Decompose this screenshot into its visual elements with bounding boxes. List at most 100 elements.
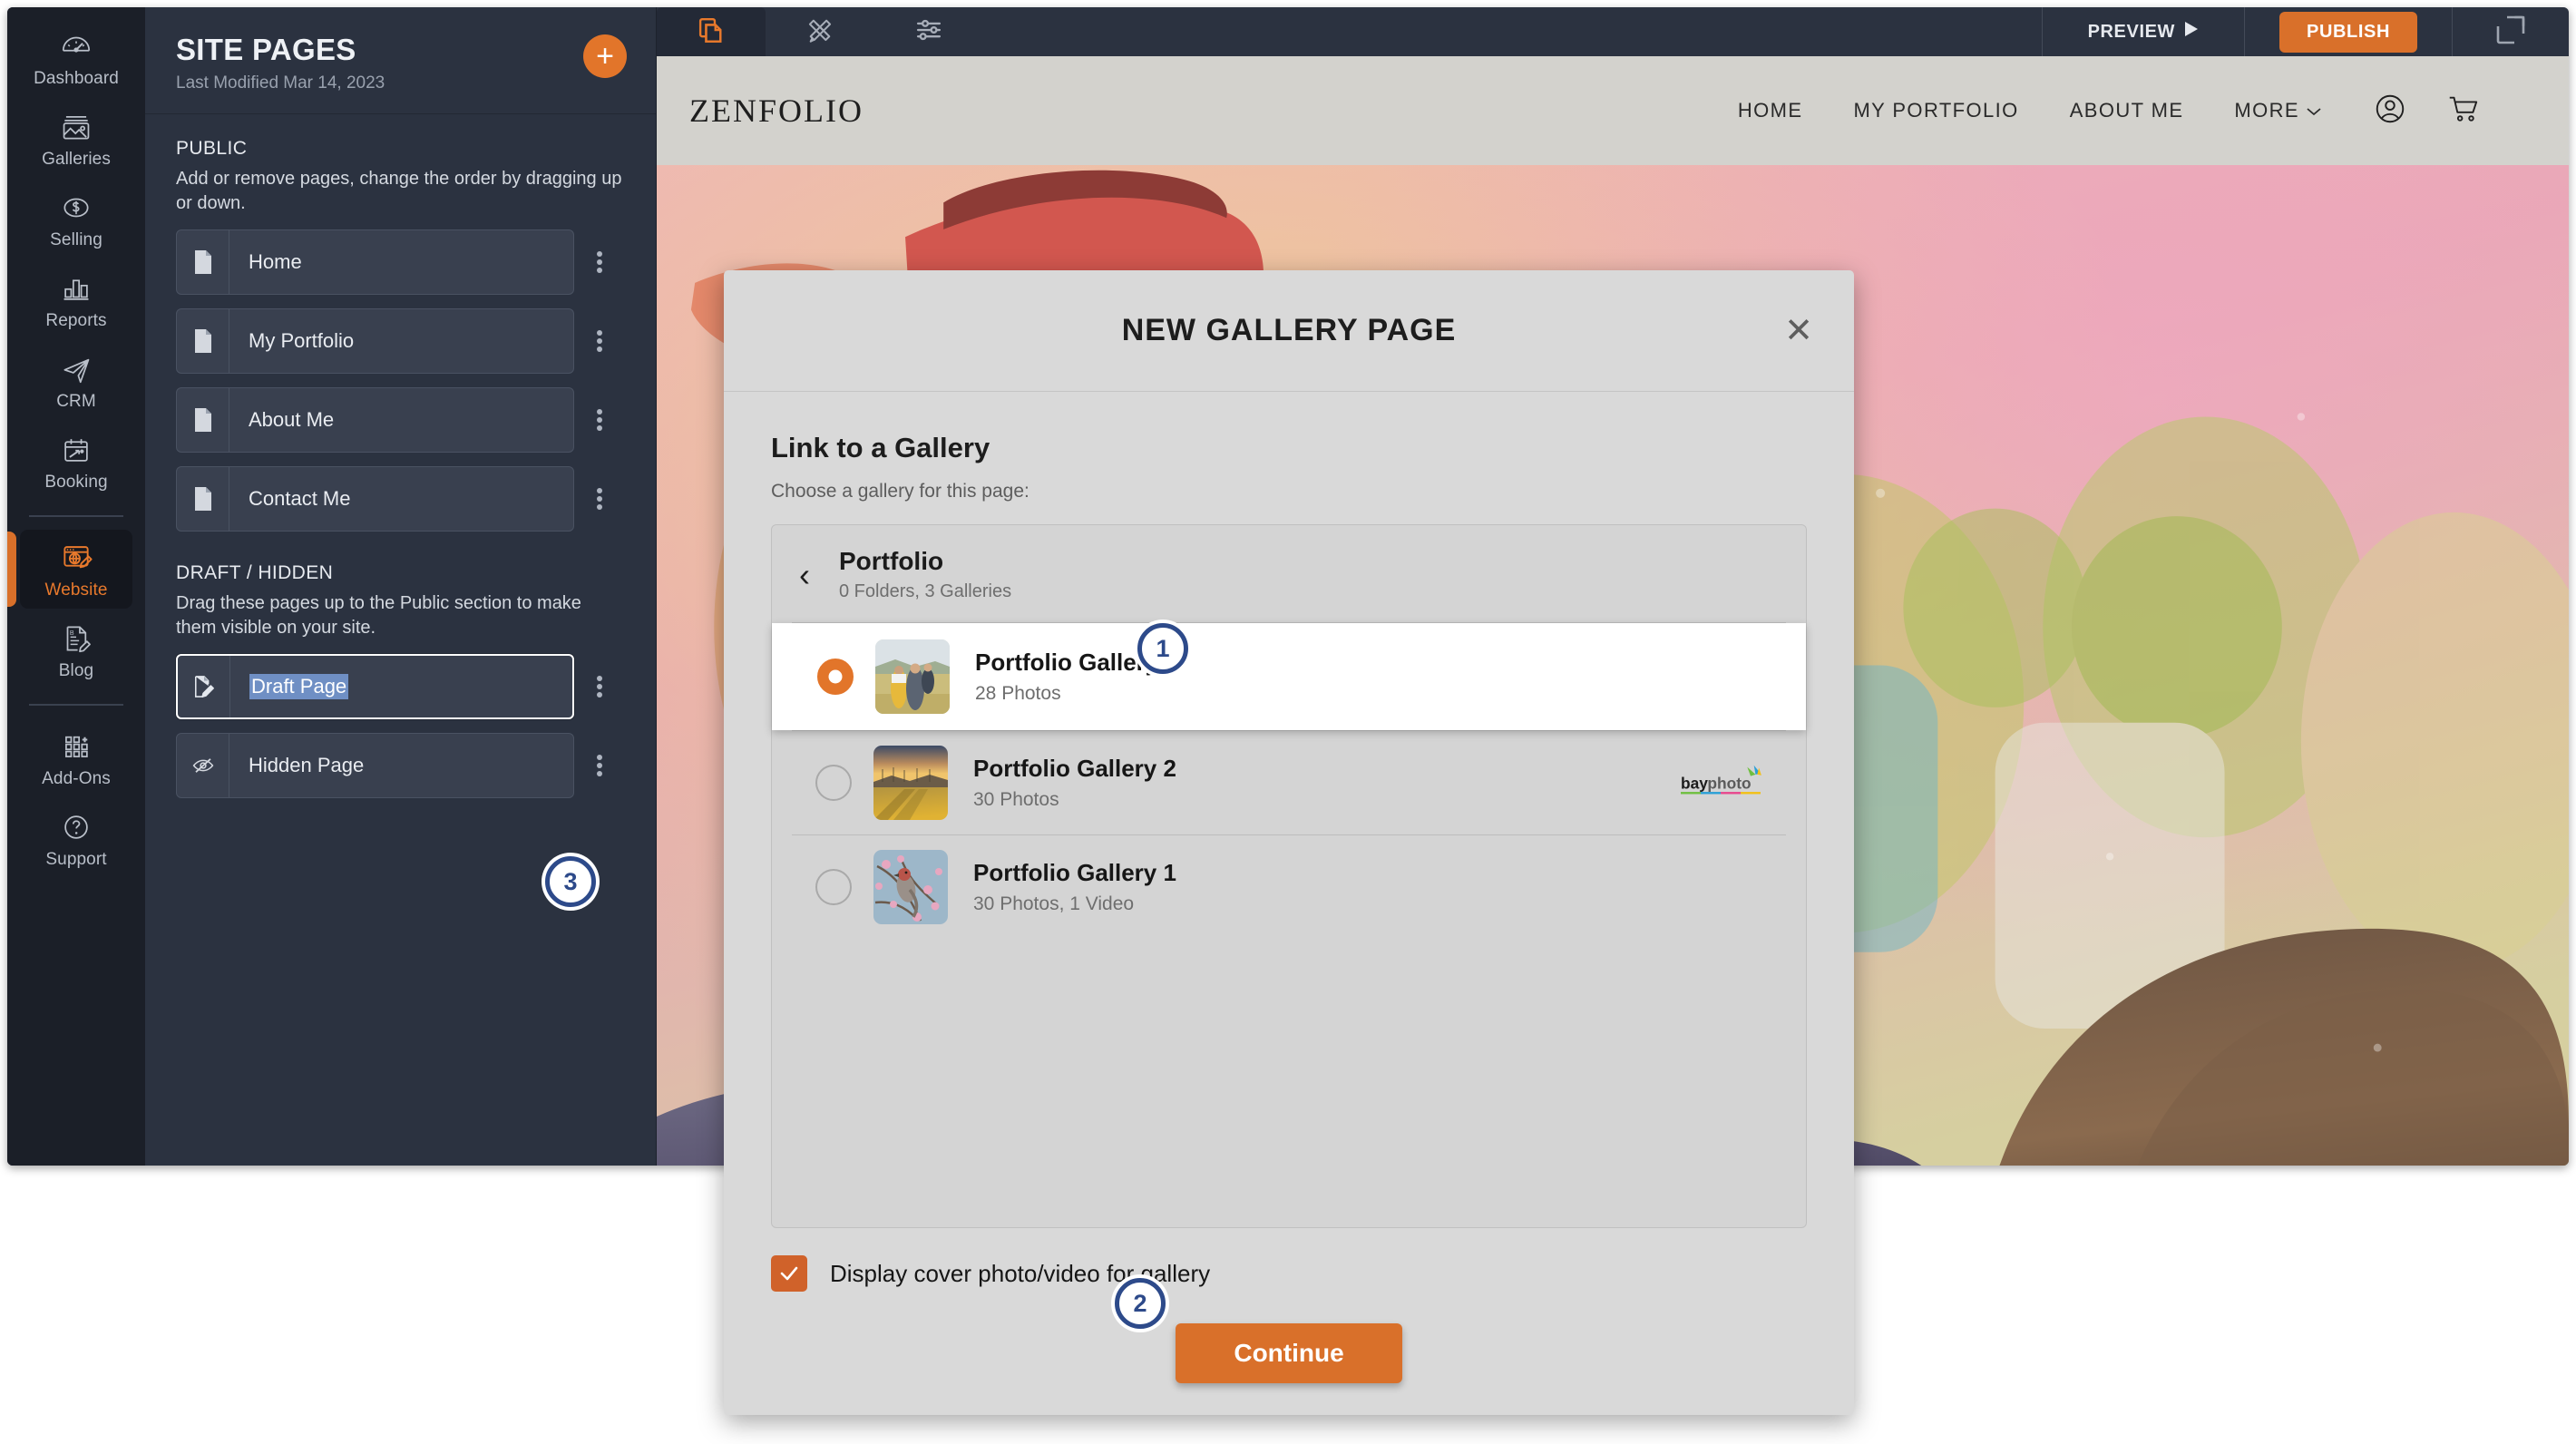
- gallery-info: Portfolio Gallery 1 30 Photos, 1 Video: [973, 859, 1176, 915]
- radio-button[interactable]: [817, 659, 854, 695]
- sidebar-item-add-ons[interactable]: Add-Ons: [20, 718, 132, 797]
- rail-divider: [29, 515, 123, 517]
- website-edit-icon: [55, 540, 97, 576]
- sidebar-item-dashboard[interactable]: Dashboard: [20, 18, 132, 97]
- sidebar-item-label: Dashboard: [34, 69, 119, 88]
- radio-button[interactable]: [815, 765, 852, 801]
- sidebar-item-selling[interactable]: Selling: [20, 180, 132, 259]
- close-icon[interactable]: ✕: [1778, 310, 1820, 352]
- gallery-row-selected[interactable]: Portfolio Gallery 3 28 Photos: [772, 623, 1806, 730]
- page-card-about-me[interactable]: About Me: [176, 387, 574, 453]
- grid-plus-icon: [55, 728, 97, 765]
- svg-text:bay: bay: [1681, 774, 1708, 792]
- sidebar-item-label: Add-Ons: [42, 769, 111, 788]
- gallery-row[interactable]: Portfolio Gallery 1 30 Photos, 1 Video: [792, 834, 1786, 939]
- account-icon[interactable]: [2373, 92, 2407, 131]
- continue-button[interactable]: Continue: [1176, 1323, 1402, 1383]
- sidebar-item-blog[interactable]: B Blog: [20, 610, 132, 689]
- svg-text:photo: photo: [1707, 774, 1751, 792]
- preview-button[interactable]: PREVIEW: [2041, 7, 2246, 56]
- list-item[interactable]: Draft Page: [176, 654, 625, 719]
- page-options-menu[interactable]: [574, 733, 625, 798]
- gallery-meta: 30 Photos, 1 Video: [973, 893, 1135, 914]
- blog-pencil-icon: B: [55, 620, 97, 657]
- list-item[interactable]: Home: [176, 229, 625, 295]
- calendar-icon: [55, 432, 97, 468]
- page-options-menu[interactable]: [574, 654, 625, 719]
- photo-icon: [55, 109, 97, 145]
- sidebar-item-support[interactable]: Support: [20, 799, 132, 878]
- gauge-icon: [55, 28, 97, 64]
- page-card-hidden-page[interactable]: Hidden Page: [176, 733, 574, 798]
- publish-button[interactable]: PUBLISH: [2279, 11, 2417, 53]
- list-item[interactable]: Hidden Page: [176, 733, 625, 798]
- modal-body: Link to a Gallery Choose a gallery for t…: [724, 392, 1854, 1228]
- link-gallery-subtext: Choose a gallery for this page:: [771, 481, 1029, 502]
- page-card-my-portfolio[interactable]: My Portfolio: [176, 308, 574, 374]
- chevron-down-icon: [2306, 99, 2322, 122]
- page-name-editable[interactable]: Draft Page: [230, 656, 349, 717]
- page-options-menu[interactable]: [574, 229, 625, 295]
- gallery-row[interactable]: Portfolio Gallery 2 30 Photos bay photo: [792, 730, 1786, 834]
- nav-link-my-portfolio[interactable]: MY PORTFOLIO: [1853, 99, 2018, 122]
- sidebar-item-galleries[interactable]: Galleries: [20, 99, 132, 178]
- modal-footer: Continue: [724, 1292, 1854, 1415]
- tab-pages[interactable]: [657, 7, 766, 56]
- sidebar-item-website[interactable]: Website: [7, 530, 132, 609]
- page-options-menu[interactable]: [574, 308, 625, 374]
- sidebar-item-booking[interactable]: Booking: [20, 422, 132, 501]
- paper-plane-icon: [55, 351, 97, 387]
- public-section-heading: PUBLIC: [176, 138, 248, 159]
- nav-link-about-me[interactable]: ABOUT ME: [2070, 99, 2184, 122]
- gallery-info: Portfolio Gallery 2 30 Photos: [973, 755, 1176, 811]
- site-navigation: HOME MY PORTFOLIO ABOUT ME MORE: [1738, 92, 2569, 131]
- add-page-button[interactable]: +: [583, 34, 627, 78]
- step-badge-2: 2: [1115, 1278, 1166, 1329]
- draft-hidden-section: DRAFT / HIDDEN Drag these pages up to th…: [176, 562, 625, 798]
- list-item[interactable]: About Me: [176, 387, 625, 453]
- expand-button[interactable]: [2453, 7, 2569, 56]
- page-options-menu[interactable]: [574, 466, 625, 532]
- gallery-thumbnail: [875, 639, 950, 714]
- page-card-home[interactable]: Home: [176, 229, 574, 295]
- tab-settings[interactable]: [874, 7, 983, 56]
- chevron-left-icon[interactable]: ‹: [799, 558, 839, 591]
- sidebar-item-reports[interactable]: Reports: [20, 260, 132, 339]
- breadcrumb-folder-name: Portfolio: [839, 547, 944, 575]
- page-name: Contact Me: [249, 487, 351, 510]
- display-cover-checkbox[interactable]: [771, 1255, 807, 1292]
- site-header-icons: [2373, 92, 2518, 131]
- play-triangle-icon: [2184, 21, 2199, 43]
- page-options-menu[interactable]: [574, 387, 625, 453]
- last-modified-text: Last Modified Mar 14, 2023: [176, 73, 385, 93]
- list-item[interactable]: My Portfolio: [176, 308, 625, 374]
- site-header: ZENFOLIO HOME MY PORTFOLIO ABOUT ME MORE: [657, 56, 2569, 165]
- draft-section-description: Drag these pages up to the Public sectio…: [176, 593, 581, 638]
- tab-design[interactable]: [766, 7, 874, 56]
- page-name: About Me: [249, 408, 335, 431]
- list-item[interactable]: Contact Me: [176, 466, 625, 532]
- draft-page-name-input[interactable]: Draft Page: [176, 654, 574, 719]
- breadcrumb-folder-meta: 0 Folders, 3 Galleries: [839, 581, 1012, 601]
- site-brand: ZENFOLIO: [689, 93, 864, 129]
- page-icon: [177, 230, 229, 294]
- sidebar-item-crm[interactable]: CRM: [20, 341, 132, 420]
- page-name: Home: [249, 250, 302, 273]
- page-icon: [177, 309, 229, 373]
- cart-icon[interactable]: [2445, 92, 2480, 131]
- radio-button[interactable]: [815, 869, 852, 905]
- nav-link-more[interactable]: MORE: [2234, 99, 2322, 122]
- nav-link-home[interactable]: HOME: [1738, 99, 1803, 122]
- sidebar-item-label: Reports: [45, 311, 107, 330]
- bird-blossom-thumb: [873, 850, 948, 924]
- dollar-icon: [55, 190, 97, 226]
- site-pages-panel: SITE PAGES Last Modified Mar 14, 2023 + …: [145, 7, 657, 1166]
- sidebar-item-label: Galleries: [42, 150, 111, 169]
- site-pages-header: SITE PAGES Last Modified Mar 14, 2023 +: [145, 7, 656, 114]
- new-gallery-page-modal: NEW GALLERY PAGE ✕ Link to a Gallery Cho…: [724, 270, 1854, 1415]
- display-cover-row[interactable]: Display cover photo/video for gallery: [724, 1228, 1854, 1292]
- svg-text:B: B: [70, 629, 74, 637]
- page-card-contact-me[interactable]: Contact Me: [176, 466, 574, 532]
- sidebar-item-label: Selling: [50, 230, 102, 249]
- pages-stack-icon: [692, 13, 730, 52]
